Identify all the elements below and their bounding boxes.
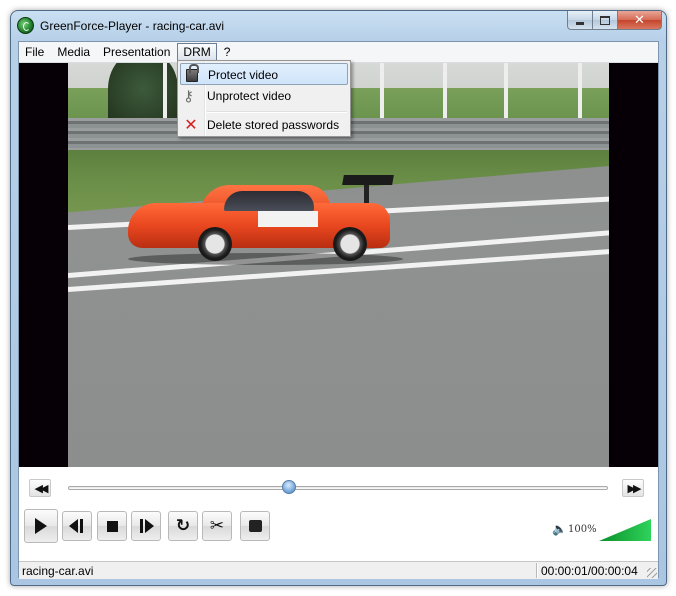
status-time: 00:00:01/00:00:04 [541,564,638,578]
next-frame-bar [140,519,143,533]
stop-icon [106,520,118,532]
control-panel: ◀◀ ▶▶ ↻ ✂ 🔈 100% [19,467,658,561]
car-stripe [258,211,318,227]
car-window [224,191,314,211]
status-divider [536,563,538,578]
menu-item-unprotect-video[interactable]: ⚷ Unprotect video [180,85,348,107]
cut-button[interactable]: ✂ [202,511,232,541]
menu-separator [207,111,347,113]
play-icon [35,518,47,534]
seek-bar[interactable] [68,486,608,490]
repeat-icon: ↻ [175,515,191,536]
status-filename: racing-car.avi [22,564,94,578]
menu-item-label: Protect video [208,68,279,82]
status-bar: racing-car.avi 00:00:01/00:00:04 [19,561,658,579]
maximize-icon [600,15,610,25]
drm-dropdown-menu: Protect video ⚷ Unprotect video ✕ Delete… [177,60,351,137]
minimize-icon [576,21,584,25]
repeat-button[interactable]: ↻ [168,511,198,541]
app-icon[interactable] [17,17,34,34]
maximize-button[interactable] [593,11,618,30]
rewind-button[interactable]: ◀◀ [29,479,51,497]
previous-frame-button[interactable] [62,511,92,541]
menu-item-delete-passwords[interactable]: ✕ Delete stored passwords [180,114,348,136]
menu-item-label: Delete stored passwords [207,118,340,132]
snapshot-button[interactable] [240,511,270,541]
key-icon: ⚷ [183,87,194,105]
stop-button[interactable] [97,511,127,541]
seek-thumb[interactable] [282,480,297,494]
race-car [128,175,403,265]
previous-frame-bar [80,519,83,533]
next-frame-button[interactable] [131,511,161,541]
speaker-icon[interactable]: 🔈 [552,523,567,535]
previous-frame-icon [69,519,78,533]
menu-item-label: Unprotect video [207,89,292,103]
menu-item-protect-video[interactable]: Protect video [180,63,348,85]
fast-forward-icon: ▶▶ [627,481,642,495]
car-wing [342,175,394,185]
caption-buttons: ✕ [567,11,662,31]
menu-drm[interactable]: DRM [177,43,217,61]
rewind-icon: ◀◀ [34,481,49,495]
play-button[interactable] [24,509,58,543]
car-wheel [333,227,367,261]
menu-presentation[interactable]: Presentation [97,43,176,61]
close-button[interactable]: ✕ [618,11,662,30]
title-bar[interactable]: GreenForce-Player - racing-car.avi ✕ [11,11,666,41]
window-title: GreenForce-Player - racing-car.avi [40,19,225,33]
menu-help[interactable]: ? [218,43,237,61]
scissors-icon: ✂ [209,515,225,536]
fast-forward-button[interactable]: ▶▶ [622,479,644,497]
close-icon: ✕ [634,12,645,28]
menu-media[interactable]: Media [51,43,96,61]
resize-grip[interactable] [647,568,657,578]
volume-slider[interactable] [599,519,651,541]
car-wheel [198,227,232,261]
volume-label: 100% [568,524,597,535]
minimize-button[interactable] [567,11,593,30]
lock-icon [186,64,199,82]
menu-file[interactable]: File [19,43,50,61]
snapshot-icon [248,520,262,532]
next-frame-icon [145,519,154,533]
red-x-icon: ✕ [184,115,198,134]
